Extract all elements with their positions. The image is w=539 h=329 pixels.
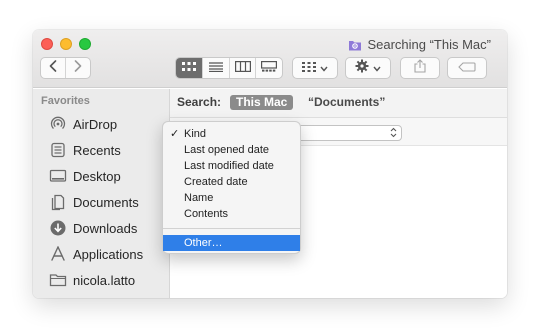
criteria-value-select[interactable]: [296, 125, 402, 141]
menu-item-other[interactable]: Other…: [163, 235, 300, 251]
sidebar-section-title: Favorites: [41, 95, 90, 107]
sidebar: Favorites AirDrop Recents Desktop Docume…: [33, 89, 170, 298]
sidebar-item-desktop[interactable]: Desktop: [49, 166, 121, 186]
column-view-button[interactable]: [228, 58, 256, 78]
sidebar-item-label: Desktop: [73, 168, 121, 184]
scope-this-mac-button[interactable]: This Mac: [230, 95, 294, 110]
view-switcher: [175, 57, 283, 79]
maximize-window-button[interactable]: [79, 38, 91, 50]
sidebar-item-recents[interactable]: Recents: [49, 140, 121, 160]
action-button[interactable]: [345, 57, 391, 79]
sidebar-item-home[interactable]: nicola.latto: [49, 270, 135, 290]
icon-view-icon: [182, 59, 197, 77]
menu-item-created-date[interactable]: Created date: [163, 174, 300, 190]
menu-item-label: Last opened date: [184, 144, 270, 156]
sidebar-item-label: Downloads: [73, 220, 138, 236]
home-folder-icon: [49, 271, 67, 289]
sidebar-item-label: nicola.latto: [73, 272, 136, 288]
chevron-down-icon: [373, 59, 381, 77]
chevron-left-icon: [49, 59, 57, 77]
gear-icon: [355, 59, 369, 78]
desktop-icon: [49, 167, 67, 185]
tag-button[interactable]: [447, 57, 487, 79]
icon-view-button[interactable]: [176, 58, 203, 78]
menu-item-label: Name: [184, 192, 214, 204]
applications-icon: [49, 245, 67, 263]
group-icon: [302, 59, 316, 77]
menu-item-label: Contents: [184, 208, 229, 220]
menu-separator: [163, 228, 300, 229]
gallery-view-icon: [261, 59, 278, 77]
list-view-icon: [209, 59, 224, 77]
gallery-view-button[interactable]: [255, 58, 282, 78]
search-label: Search:: [177, 95, 222, 109]
forward-button[interactable]: [65, 58, 90, 78]
menu-item-label: Other…: [184, 237, 223, 249]
list-view-button[interactable]: [202, 58, 229, 78]
menu-item-name[interactable]: Name: [163, 190, 300, 206]
menu-item-last-modified-date[interactable]: Last modified date: [163, 158, 300, 174]
sidebar-item-applications[interactable]: Applications: [49, 244, 143, 264]
sidebar-item-airdrop[interactable]: AirDrop: [49, 114, 117, 134]
search-scope-bar: Search: This Mac “Documents”: [170, 89, 507, 118]
menu-item-last-opened-date[interactable]: Last opened date: [163, 142, 300, 158]
back-button[interactable]: [41, 58, 65, 78]
downloads-icon: [49, 219, 67, 237]
title-bar: Searching “This Mac”: [33, 30, 507, 88]
close-window-button[interactable]: [41, 38, 53, 50]
sidebar-item-label: Applications: [73, 246, 144, 262]
share-icon: [414, 58, 426, 78]
sidebar-item-label: Recents: [73, 142, 121, 158]
sidebar-item-label: Documents: [73, 194, 139, 210]
chevron-down-icon: [320, 59, 328, 77]
checkmark-icon: ✓: [170, 128, 180, 140]
smart-folder-icon: [348, 38, 362, 51]
sidebar-item-label: AirDrop: [73, 116, 118, 132]
menu-item-label: Kind: [184, 128, 207, 140]
column-view-icon: [234, 59, 251, 77]
menu-item-label: Created date: [184, 176, 248, 188]
menu-item-contents[interactable]: Contents: [163, 206, 300, 222]
navigation-buttons: [40, 57, 91, 79]
tag-icon: [458, 59, 476, 77]
sidebar-item-downloads[interactable]: Downloads: [49, 218, 137, 238]
up-down-chevron-icon: [390, 127, 397, 138]
share-button[interactable]: [400, 57, 440, 79]
sidebar-item-documents[interactable]: Documents: [49, 192, 139, 212]
menu-item-label: Last modified date: [184, 160, 274, 172]
group-button[interactable]: [292, 57, 338, 79]
attribute-dropdown-menu: ✓ Kind Last opened date Last modified da…: [162, 121, 301, 254]
recents-icon: [49, 141, 67, 159]
window-title-text: Searching “This Mac”: [367, 36, 491, 52]
chevron-right-icon: [74, 59, 82, 77]
menu-item-kind[interactable]: ✓ Kind: [163, 126, 300, 142]
scope-documents-button[interactable]: “Documents”: [308, 95, 385, 109]
window-title: Searching “This Mac”: [348, 35, 491, 53]
minimize-window-button[interactable]: [60, 38, 72, 50]
documents-icon: [49, 193, 67, 211]
airdrop-icon: [49, 115, 67, 133]
